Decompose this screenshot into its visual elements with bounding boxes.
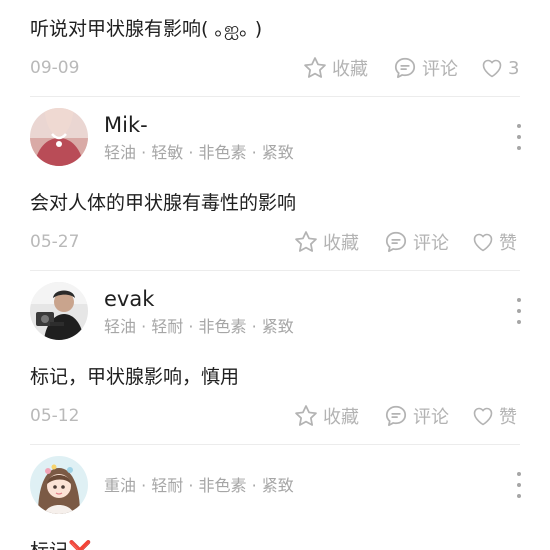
- avatar[interactable]: [30, 456, 88, 514]
- skin-type-tags: 重油 · 轻耐 · 非色素 · 紧致: [104, 476, 294, 495]
- skin-type-tags: 轻油 · 轻敏 · 非色素 · 紧致: [104, 143, 294, 162]
- favorite-label: 收藏: [323, 233, 359, 254]
- reply-button[interactable]: 评论: [383, 228, 449, 256]
- reply-label: 评论: [413, 233, 449, 254]
- comment-text: 标记，甲状腺影响，慎用: [30, 366, 240, 388]
- like-label: 3: [508, 57, 520, 79]
- username[interactable]: evak: [104, 286, 154, 312]
- divider: [30, 444, 520, 445]
- heart-outline-icon: [471, 230, 495, 254]
- star-outline-icon: [293, 403, 319, 429]
- favorite-button[interactable]: 收藏: [302, 54, 368, 82]
- comment-feed: 听说对甲状腺有影响( ｡ஐ｡ ) 09-09 收藏 评论 3 Mik- 轻油 ·…: [0, 0, 550, 550]
- comment-date: 05-27: [30, 232, 80, 252]
- comment-meta-row: 09-09 收藏 评论 3: [0, 50, 550, 86]
- cross-mark-icon: ❌: [68, 540, 92, 550]
- username[interactable]: Mik-: [104, 112, 148, 138]
- reply-button[interactable]: 评论: [392, 54, 458, 82]
- comment-meta-row: 05-27 收藏 评论 赞: [0, 224, 550, 260]
- vertical-ellipsis-icon[interactable]: [512, 298, 526, 324]
- star-outline-icon: [302, 55, 328, 81]
- comment-bubble-icon: [392, 55, 418, 81]
- star-outline-icon: [293, 229, 319, 255]
- heart-outline-icon: [480, 56, 504, 80]
- vertical-ellipsis-icon[interactable]: [512, 124, 526, 150]
- comment-user-row: 重油 · 轻耐 · 非色素 · 紧致: [0, 456, 550, 520]
- comment-text: 会对人体的甲状腺有毒性的影响: [30, 192, 297, 214]
- comment-date: 05-12: [30, 406, 80, 426]
- avatar[interactable]: [30, 108, 88, 166]
- comment-bubble-icon: [383, 403, 409, 429]
- like-button[interactable]: 赞: [471, 228, 517, 256]
- avatar[interactable]: [30, 282, 88, 340]
- vertical-ellipsis-icon[interactable]: [512, 472, 526, 498]
- heart-outline-icon: [471, 404, 495, 428]
- comment-text: 听说对甲状腺有影响( ｡ஐ｡ ): [30, 18, 263, 40]
- comment-meta-row: 05-12 收藏 评论 赞: [0, 398, 550, 434]
- reply-label: 评论: [413, 407, 449, 428]
- favorite-button[interactable]: 收藏: [293, 402, 359, 430]
- reply-label: 评论: [422, 59, 458, 80]
- skin-type-tags: 轻油 · 轻耐 · 非色素 · 紧致: [104, 317, 294, 336]
- like-label: 赞: [499, 407, 517, 428]
- comment-user-row: Mik- 轻油 · 轻敏 · 非色素 · 紧致: [0, 108, 550, 172]
- favorite-button[interactable]: 收藏: [293, 228, 359, 256]
- favorite-label: 收藏: [332, 59, 368, 80]
- divider: [30, 270, 520, 271]
- like-button[interactable]: 赞: [471, 402, 517, 430]
- like-button[interactable]: 3: [480, 54, 519, 82]
- divider: [30, 96, 520, 97]
- comment-text: 标记❌: [30, 538, 92, 550]
- comment-bubble-icon: [383, 229, 409, 255]
- comment-date: 09-09: [30, 58, 80, 78]
- reply-button[interactable]: 评论: [383, 402, 449, 430]
- like-label: 赞: [499, 233, 517, 254]
- comment-user-row: evak 轻油 · 轻耐 · 非色素 · 紧致: [0, 282, 550, 346]
- favorite-label: 收藏: [323, 407, 359, 428]
